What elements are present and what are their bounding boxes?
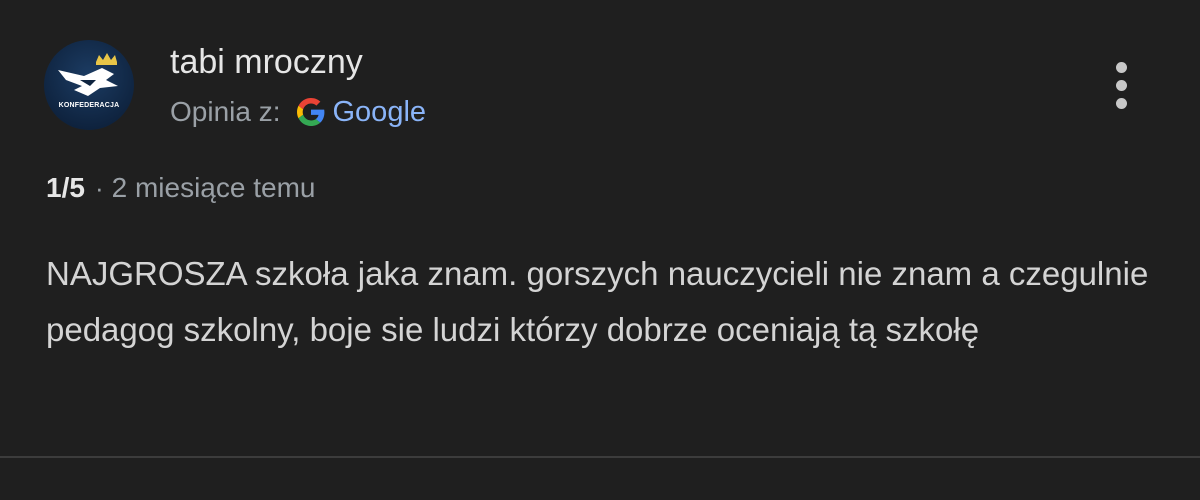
review-card: KONFEDERACJA tabi mroczny Opinia z: Goog… [0,0,1200,500]
more-vert-icon-dot [1116,98,1127,109]
avatar[interactable]: KONFEDERACJA [44,40,134,130]
meta-separator: · [94,172,104,203]
review-source: Opinia z: Google [170,92,426,132]
review-text: NAJGROSZA szkoła jaka znam. gorszych nau… [46,255,1149,348]
google-g-icon [296,98,324,126]
rating-value: 1/5 [46,172,85,203]
divider [0,456,1200,458]
konfederacja-logo-icon [58,53,118,96]
source-google-link[interactable]: Google [333,96,427,129]
avatar-logo-text: KONFEDERACJA [58,102,120,109]
more-vert-icon-dot [1116,80,1127,91]
review-meta: 1/5 · 2 miesiące temu [46,168,315,208]
more-vert-icon [1116,62,1127,73]
source-label: Opinia z: [170,96,281,127]
more-options-button[interactable] [1102,56,1142,116]
review-date: 2 miesiące temu [111,172,316,203]
author-name[interactable]: tabi mroczny [170,42,363,82]
